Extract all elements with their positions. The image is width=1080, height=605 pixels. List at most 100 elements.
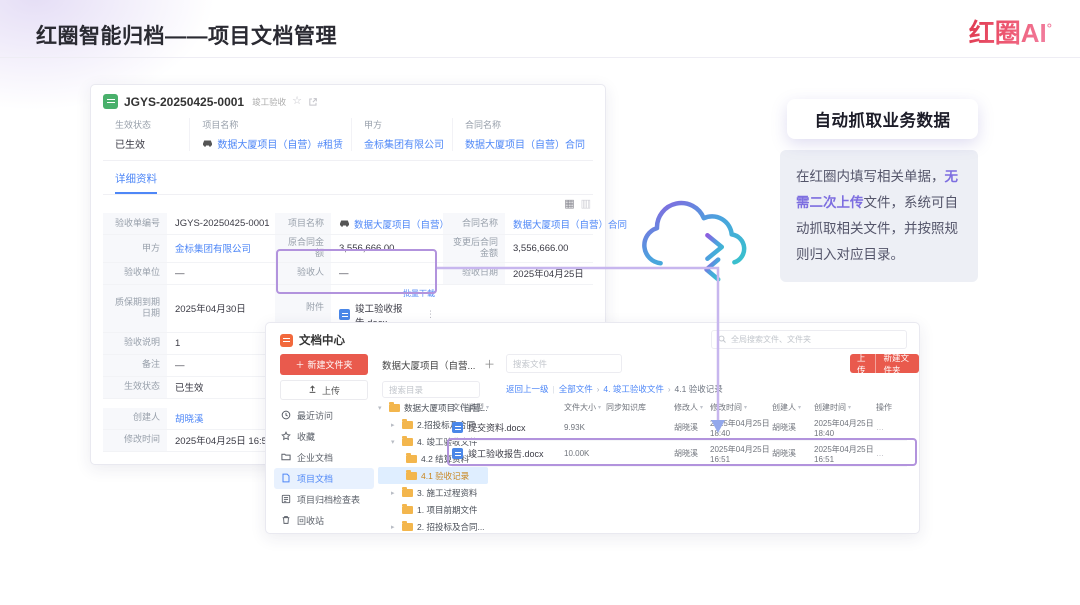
chevron-right-icon[interactable]: ▸ bbox=[391, 489, 398, 497]
callout-title: 自动抓取业务数据 bbox=[787, 99, 978, 139]
folder-icon bbox=[389, 401, 400, 412]
word-file-icon bbox=[452, 422, 463, 433]
breadcrumb: 返回上一级 | 全部文件 › 4. 竣工验收文件 › 4.1 验收记录 bbox=[506, 383, 723, 395]
sort-icon[interactable]: ▾ bbox=[848, 404, 851, 411]
global-search-input[interactable] bbox=[731, 335, 900, 344]
star-icon bbox=[281, 430, 291, 443]
partner-link[interactable]: 金标集团有限公司 bbox=[364, 136, 444, 151]
tree-item[interactable]: ▸ 3. 施工过程资料 bbox=[378, 484, 488, 501]
clock-icon bbox=[281, 410, 291, 422]
star-icon[interactable]: ☆ bbox=[292, 96, 302, 107]
folder-icon bbox=[402, 435, 413, 446]
folder-icon bbox=[402, 503, 413, 514]
nav-item-recycle-bin[interactable]: 回收站 bbox=[274, 510, 374, 531]
breadcrumb-back[interactable]: 返回上一级 bbox=[506, 383, 549, 395]
chevron-down-icon[interactable]: ▾ bbox=[378, 404, 385, 412]
nav-item-recent[interactable]: 最近访问 bbox=[274, 405, 374, 426]
chevron-right-icon: › bbox=[667, 384, 671, 394]
folder-icon bbox=[281, 452, 291, 464]
nav-item-enterprise-docs[interactable]: 企业文档 bbox=[274, 447, 374, 468]
trash-icon bbox=[281, 515, 291, 527]
file-table: 文件类型 ▾ 文件大小 ▾ 同步知识库 修改人 ▾ 修改时间 ▾ 创建人 ▾ 创建时间 ▾ … bbox=[452, 400, 907, 467]
summary-field: 甲方 金标集团有限公司 bbox=[350, 118, 452, 151]
chevron-down-icon[interactable]: ▾ bbox=[391, 438, 398, 446]
document-icon bbox=[281, 473, 291, 485]
folder-icon bbox=[402, 486, 413, 497]
nav-item-favorites[interactable]: 收藏 bbox=[274, 426, 374, 447]
document-center-window: 文档中心 ＋新建文件夹 上传 数据大厦项目（自营... ＋ 返回上一级 | 全部… bbox=[265, 322, 920, 534]
nav-item-archive-checklist[interactable]: 项目归档检查表 bbox=[274, 489, 374, 510]
breadcrumb-folder[interactable]: 4. 竣工验收文件 bbox=[603, 383, 663, 395]
upload-icon bbox=[308, 384, 317, 396]
more-actions-icon[interactable]: … bbox=[876, 449, 902, 458]
acceptance-doc-icon bbox=[103, 94, 118, 109]
new-folder-button-top[interactable]: 新建文件夹 bbox=[875, 354, 919, 373]
more-actions-icon[interactable]: ⋮ bbox=[426, 309, 435, 320]
search-directory-input[interactable] bbox=[382, 381, 480, 398]
tree-item-selected[interactable]: 4.1 验收记录 bbox=[378, 467, 488, 484]
doc-center-icon bbox=[280, 333, 293, 347]
folder-icon bbox=[406, 469, 417, 480]
add-project-icon[interactable]: ＋ bbox=[484, 356, 495, 372]
form-header: JGYS-20250425-0001 竣工验收 ☆ bbox=[103, 94, 593, 109]
new-folder-button[interactable]: ＋新建文件夹 bbox=[280, 354, 368, 375]
top-action-buttons: 上传 新建文件夹 bbox=[850, 354, 919, 373]
summary-field: 生效状态 已生效 bbox=[115, 120, 152, 151]
breadcrumb-divider: | bbox=[552, 384, 555, 394]
batch-download-link[interactable]: 批量下载 bbox=[403, 288, 435, 299]
sort-icon[interactable]: ▾ bbox=[798, 404, 801, 411]
partner-link[interactable]: 金标集团有限公司 bbox=[175, 241, 251, 255]
acceptance-tag: 竣工验收 bbox=[252, 96, 287, 107]
list-view-icon[interactable]: ▥ bbox=[581, 199, 591, 210]
project-link[interactable]: 数据大厦项目（自营）#租赁 bbox=[217, 136, 343, 151]
sort-icon[interactable]: ▾ bbox=[486, 404, 489, 411]
brand-logo: 红圈AI° bbox=[969, 13, 1052, 50]
project-icon bbox=[339, 218, 350, 230]
external-link-icon[interactable] bbox=[308, 97, 318, 107]
search-file-input[interactable] bbox=[506, 354, 622, 373]
file-row[interactable]: 提交资料.docx 9.93K 胡晓溪 2025年04月25日 18:40 胡晓… bbox=[452, 415, 907, 441]
file-row-highlighted[interactable]: 竣工验收报告.docx 10.00K 胡晓溪 2025年04月25日 16:51… bbox=[452, 441, 907, 467]
logo-degree: ° bbox=[1046, 20, 1052, 36]
doc-center-title: 文档中心 bbox=[280, 332, 345, 348]
cloud-sync-icon bbox=[642, 200, 756, 282]
folder-icon bbox=[406, 452, 417, 463]
sort-icon[interactable]: ▾ bbox=[700, 404, 703, 411]
table-row: 甲方 金标集团有限公司 原合同金额 3,556,666.00 变更后合同金额 3… bbox=[103, 235, 593, 263]
word-file-icon bbox=[339, 309, 350, 320]
view-tools: ▦ ▥ bbox=[103, 195, 593, 213]
breadcrumb-current: 4.1 验收记录 bbox=[674, 384, 723, 394]
more-actions-icon[interactable]: … bbox=[876, 423, 902, 432]
summary-fields: 生效状态 已生效 项目名称 数据大厦项目（自营）#租赁 甲方 金标集团有限公司 … bbox=[103, 118, 593, 161]
nav-item-project-docs[interactable]: 项目文档 bbox=[274, 468, 374, 489]
project-icon bbox=[202, 138, 213, 150]
header-divider bbox=[0, 57, 1080, 58]
upload-button-top[interactable]: 上传 bbox=[850, 354, 876, 373]
contract-link[interactable]: 数据大厦项目（自营）合同 bbox=[465, 136, 585, 151]
chevron-right-icon[interactable]: ▸ bbox=[391, 523, 398, 531]
project-selector[interactable]: 数据大厦项目（自营... bbox=[382, 358, 480, 372]
folder-icon bbox=[402, 520, 413, 531]
file-table-header: 文件类型 ▾ 文件大小 ▾ 同步知识库 修改人 ▾ 修改时间 ▾ 创建人 ▾ 创建时间 ▾ … bbox=[452, 403, 892, 412]
tab-detail[interactable]: 详细资料 bbox=[115, 171, 157, 194]
callout-body: 在红圈内填写相关单据，无需二次上传文件，系统可自动抓取相关文件，并按照规则归入对… bbox=[780, 150, 978, 282]
plus-icon: ＋ bbox=[295, 360, 305, 370]
summary-field: 合同名称 数据大厦项目（自营）合同 bbox=[451, 118, 593, 151]
slide: 红圈智能归档——项目文档管理 红圈AI° JGYS-20250425-0001 … bbox=[0, 0, 1080, 605]
tree-item[interactable]: ▸ 2. 招投标及合同... bbox=[378, 518, 488, 535]
sidebar-nav: 最近访问 收藏 企业文档 项目文档 项目归档检查表 回收站 bbox=[274, 405, 374, 531]
upload-button[interactable]: 上传 bbox=[280, 380, 368, 400]
table-row: 验收单编号 JGYS-20250425-0001 项目名称 数据大厦项目（自营）… bbox=[103, 213, 627, 235]
checklist-icon bbox=[281, 494, 291, 506]
contract-link[interactable]: 数据大厦项目（自营）合同 bbox=[513, 217, 627, 231]
chevron-right-icon[interactable]: ▸ bbox=[391, 421, 398, 429]
grid-view-icon[interactable]: ▦ bbox=[564, 199, 574, 210]
creator-link[interactable]: 胡晓溪 bbox=[175, 411, 204, 425]
chevron-right-icon: › bbox=[596, 384, 600, 394]
acceptance-code: JGYS-20250425-0001 bbox=[124, 94, 245, 109]
breadcrumb-all-files[interactable]: 全部文件 bbox=[559, 383, 593, 395]
sort-icon[interactable]: ▾ bbox=[598, 404, 601, 411]
tree-item[interactable]: 1. 项目前期文件 bbox=[378, 501, 488, 518]
sort-icon[interactable]: ▾ bbox=[744, 404, 747, 411]
search-icon bbox=[718, 331, 727, 349]
